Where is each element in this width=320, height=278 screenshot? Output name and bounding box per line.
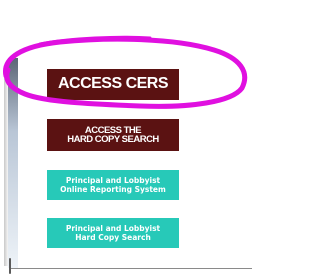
side-gradient-bar [8,58,18,268]
access-cers-label: ACCESS CERS [57,75,169,93]
bottom-divider [10,268,252,269]
online-reporting-system-label: Principal and Lobbyist Online Reporting … [60,176,166,194]
online-reporting-system-button[interactable]: Principal and Lobbyist Online Reporting … [47,170,179,200]
access-hard-copy-search-label: ACCESS THE HARD COPY SEARCH [67,124,159,145]
bottom-edge-marker [9,258,11,274]
hard-copy-search-label: Principal and Lobbyist Hard Copy Search [65,224,161,242]
access-hard-copy-search-button[interactable]: ACCESS THE HARD COPY SEARCH [47,119,179,151]
access-cers-button[interactable]: ACCESS CERS [47,69,179,100]
hard-copy-search-button[interactable]: Principal and Lobbyist Hard Copy Search [47,218,179,248]
